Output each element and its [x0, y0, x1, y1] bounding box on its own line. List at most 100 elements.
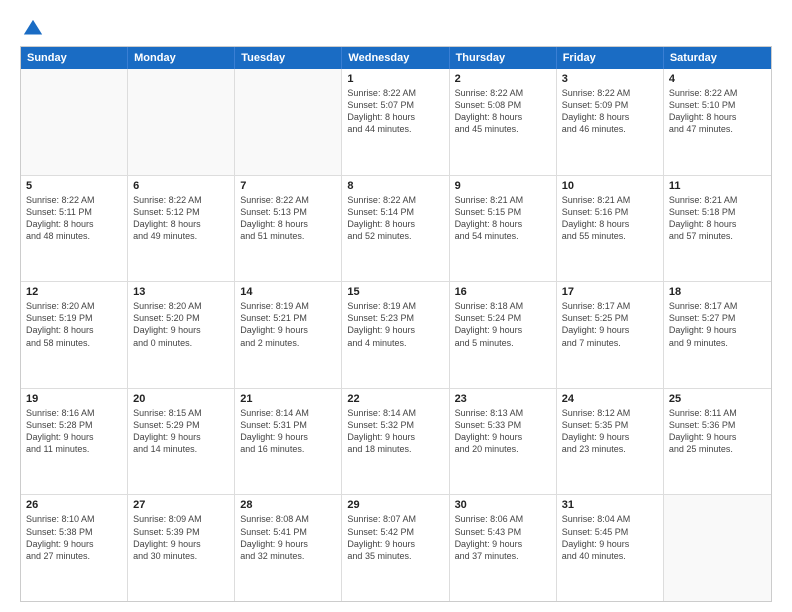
cell-line: and 27 minutes.: [26, 550, 122, 562]
cell-line: Sunset: 5:23 PM: [347, 312, 443, 324]
cell-line: Sunrise: 8:17 AM: [669, 300, 766, 312]
calendar-cell: 10Sunrise: 8:21 AMSunset: 5:16 PMDayligh…: [557, 176, 664, 282]
calendar-cell: [128, 69, 235, 175]
calendar-row: 1Sunrise: 8:22 AMSunset: 5:07 PMDaylight…: [21, 69, 771, 176]
calendar-row: 12Sunrise: 8:20 AMSunset: 5:19 PMDayligh…: [21, 282, 771, 389]
cell-line: and 32 minutes.: [240, 550, 336, 562]
calendar-header: SundayMondayTuesdayWednesdayThursdayFrid…: [21, 47, 771, 69]
cell-line: Daylight: 9 hours: [133, 431, 229, 443]
cell-line: Sunset: 5:41 PM: [240, 526, 336, 538]
cell-line: Sunrise: 8:22 AM: [133, 194, 229, 206]
cell-line: and 4 minutes.: [347, 337, 443, 349]
calendar-cell: 14Sunrise: 8:19 AMSunset: 5:21 PMDayligh…: [235, 282, 342, 388]
cell-line: Daylight: 8 hours: [562, 218, 658, 230]
cell-line: Daylight: 9 hours: [240, 538, 336, 550]
cell-line: and 52 minutes.: [347, 230, 443, 242]
cell-line: Sunrise: 8:19 AM: [347, 300, 443, 312]
calendar-cell: 7Sunrise: 8:22 AMSunset: 5:13 PMDaylight…: [235, 176, 342, 282]
cell-line: Sunset: 5:35 PM: [562, 419, 658, 431]
calendar-cell: 19Sunrise: 8:16 AMSunset: 5:28 PMDayligh…: [21, 389, 128, 495]
cell-line: Sunrise: 8:10 AM: [26, 513, 122, 525]
logo-icon: [22, 18, 44, 40]
cell-line: Sunrise: 8:16 AM: [26, 407, 122, 419]
calendar-cell: 5Sunrise: 8:22 AMSunset: 5:11 PMDaylight…: [21, 176, 128, 282]
cell-line: and 45 minutes.: [455, 123, 551, 135]
cell-line: Sunrise: 8:11 AM: [669, 407, 766, 419]
cell-line: and 18 minutes.: [347, 443, 443, 455]
cell-line: Sunset: 5:31 PM: [240, 419, 336, 431]
day-number: 4: [669, 73, 766, 85]
day-number: 8: [347, 180, 443, 192]
cell-line: Sunset: 5:39 PM: [133, 526, 229, 538]
cell-line: Sunset: 5:45 PM: [562, 526, 658, 538]
cell-line: Daylight: 9 hours: [455, 324, 551, 336]
cell-line: Sunrise: 8:09 AM: [133, 513, 229, 525]
cell-line: Sunrise: 8:21 AM: [669, 194, 766, 206]
cell-line: Sunset: 5:14 PM: [347, 206, 443, 218]
calendar-cell: 13Sunrise: 8:20 AMSunset: 5:20 PMDayligh…: [128, 282, 235, 388]
header: [20, 18, 772, 36]
calendar-cell: 24Sunrise: 8:12 AMSunset: 5:35 PMDayligh…: [557, 389, 664, 495]
calendar-cell: 20Sunrise: 8:15 AMSunset: 5:29 PMDayligh…: [128, 389, 235, 495]
cell-line: Daylight: 9 hours: [562, 324, 658, 336]
cell-line: Daylight: 9 hours: [133, 538, 229, 550]
calendar-cell: 6Sunrise: 8:22 AMSunset: 5:12 PMDaylight…: [128, 176, 235, 282]
calendar: SundayMondayTuesdayWednesdayThursdayFrid…: [20, 46, 772, 602]
cell-line: Sunrise: 8:07 AM: [347, 513, 443, 525]
weekday-header: Wednesday: [342, 47, 449, 69]
cell-line: Sunset: 5:09 PM: [562, 99, 658, 111]
cell-line: and 16 minutes.: [240, 443, 336, 455]
day-number: 26: [26, 499, 122, 511]
cell-line: Sunset: 5:36 PM: [669, 419, 766, 431]
day-number: 29: [347, 499, 443, 511]
cell-line: Daylight: 8 hours: [133, 218, 229, 230]
cell-line: Sunset: 5:42 PM: [347, 526, 443, 538]
day-number: 17: [562, 286, 658, 298]
cell-line: Sunset: 5:07 PM: [347, 99, 443, 111]
calendar-cell: [21, 69, 128, 175]
calendar-row: 5Sunrise: 8:22 AMSunset: 5:11 PMDaylight…: [21, 176, 771, 283]
cell-line: and 47 minutes.: [669, 123, 766, 135]
calendar-body: 1Sunrise: 8:22 AMSunset: 5:07 PMDaylight…: [21, 69, 771, 601]
cell-line: Sunrise: 8:17 AM: [562, 300, 658, 312]
day-number: 9: [455, 180, 551, 192]
cell-line: Daylight: 9 hours: [240, 324, 336, 336]
cell-line: Daylight: 8 hours: [26, 324, 122, 336]
cell-line: Daylight: 9 hours: [347, 538, 443, 550]
calendar-cell: 27Sunrise: 8:09 AMSunset: 5:39 PMDayligh…: [128, 495, 235, 601]
weekday-header: Sunday: [21, 47, 128, 69]
day-number: 2: [455, 73, 551, 85]
calendar-cell: 3 Sunrise: 8:22 AMSunset: 5:09 PMDaylight…: [557, 69, 664, 175]
calendar-cell: 21Sunrise: 8:14 AMSunset: 5:31 PMDayligh…: [235, 389, 342, 495]
day-number: 21: [240, 393, 336, 405]
calendar-cell: 29 Sunrise: 8:07 AMSunset: 5:42 PMDayligh…: [342, 495, 449, 601]
day-number: 3: [562, 73, 658, 85]
cell-line: Sunrise: 8:12 AM: [562, 407, 658, 419]
cell-line: Sunrise: 8:22 AM: [240, 194, 336, 206]
cell-line: Sunrise: 8:18 AM: [455, 300, 551, 312]
calendar-cell: 28Sunrise: 8:08 AMSunset: 5:41 PMDayligh…: [235, 495, 342, 601]
cell-line: Daylight: 8 hours: [562, 111, 658, 123]
cell-line: Sunset: 5:21 PM: [240, 312, 336, 324]
calendar-cell: 9Sunrise: 8:21 AMSunset: 5:15 PMDaylight…: [450, 176, 557, 282]
day-number: 11: [669, 180, 766, 192]
calendar-cell: 8Sunrise: 8:22 AMSunset: 5:14 PMDaylight…: [342, 176, 449, 282]
cell-line: Sunset: 5:11 PM: [26, 206, 122, 218]
calendar-cell: 23Sunrise: 8:13 AMSunset: 5:33 PMDayligh…: [450, 389, 557, 495]
cell-line: Sunrise: 8:15 AM: [133, 407, 229, 419]
cell-line: Sunset: 5:20 PM: [133, 312, 229, 324]
day-number: 18: [669, 286, 766, 298]
cell-line: Sunrise: 8:13 AM: [455, 407, 551, 419]
cell-line: Sunrise: 8:22 AM: [455, 87, 551, 99]
calendar-cell: 1Sunrise: 8:22 AMSunset: 5:07 PMDaylight…: [342, 69, 449, 175]
cell-line: and 7 minutes.: [562, 337, 658, 349]
cell-line: and 20 minutes.: [455, 443, 551, 455]
day-number: 20: [133, 393, 229, 405]
page: SundayMondayTuesdayWednesdayThursdayFrid…: [0, 0, 792, 612]
cell-line: and 58 minutes.: [26, 337, 122, 349]
cell-line: Sunrise: 8:22 AM: [562, 87, 658, 99]
cell-line: and 25 minutes.: [669, 443, 766, 455]
cell-line: Sunset: 5:32 PM: [347, 419, 443, 431]
calendar-cell: 22Sunrise: 8:14 AMSunset: 5:32 PMDayligh…: [342, 389, 449, 495]
cell-line: and 49 minutes.: [133, 230, 229, 242]
